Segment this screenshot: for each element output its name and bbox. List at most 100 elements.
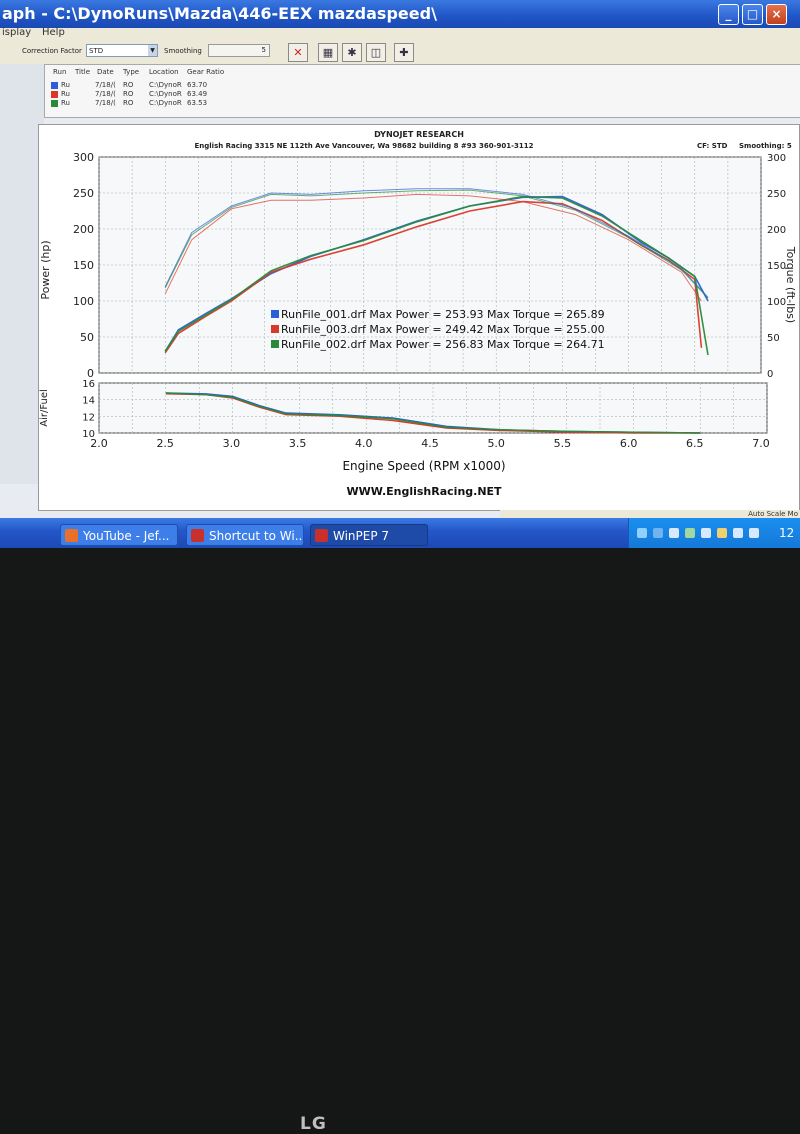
tray-icon[interactable] xyxy=(733,528,743,538)
auto-scale-status: Auto Scale Mo xyxy=(748,510,798,518)
legend-entry: RunFile_002.drf Max Power = 256.83 Max T… xyxy=(281,338,605,351)
taskbar-button-winpep[interactable]: WinPEP 7 xyxy=(310,524,428,546)
chevron-down-icon: ▼ xyxy=(148,45,157,56)
lg-logo: LG xyxy=(300,1114,327,1134)
legend-swatch xyxy=(271,340,279,348)
close-icon[interactable]: × xyxy=(766,4,787,25)
tray-icon[interactable] xyxy=(653,528,663,538)
tray-icon[interactable] xyxy=(685,528,695,538)
gear-ratio-cell: 63.53 xyxy=(187,99,208,107)
graph-icon[interactable]: ◫ xyxy=(366,43,386,62)
date-cell: 7/18/( xyxy=(95,90,116,98)
menu-item-help[interactable]: Help xyxy=(42,27,65,38)
taskbar-button-shortcut[interactable]: Shortcut to Wi... xyxy=(186,524,304,546)
screen: aph - C:\DynoRuns\Mazda\446-EEX mazdaspe… xyxy=(0,0,800,548)
run-list[interactable]: Run Title Date Type Location Gear Ratio … xyxy=(44,64,800,118)
tray-icon[interactable] xyxy=(749,528,759,538)
maximize-icon[interactable]: □ xyxy=(742,4,763,25)
menu-item-display[interactable]: isplay xyxy=(2,27,31,38)
menu-bar: isplay Help xyxy=(0,27,800,40)
rpm-axis-ticks: 2.0 2.5 3.0 3.5 4.0 4.5 5.0 5.5 6.0 6.5 7.0 xyxy=(90,437,770,450)
toolbar: Correction Factor STD ▼ Smoothing 5 ✕ ▦ … xyxy=(0,40,800,65)
taskbar-button-label: Shortcut to Wi... xyxy=(209,529,304,543)
run-row[interactable]: Ru 7/18/( RO C:\DynoR 63.49 xyxy=(45,90,345,99)
tray-icon[interactable] xyxy=(637,528,647,538)
afr-tick-label: 12 xyxy=(82,412,95,423)
run-color-swatch xyxy=(51,91,58,98)
torque-axis-ticks: 0 50 100 150 200 250 300 xyxy=(767,153,786,380)
legend-entry: RunFile_001.drf Max Power = 253.93 Max T… xyxy=(281,308,605,321)
rpm-axis-label: Engine Speed (RPM x1000) xyxy=(342,459,505,473)
rpm-tick-label: 4.0 xyxy=(355,437,373,450)
tray-icon[interactable] xyxy=(717,528,727,538)
power-tick-label: 150 xyxy=(73,259,94,272)
taskbar-button-label: YouTube - Jef... xyxy=(83,529,170,543)
close-x-icon[interactable]: ✕ xyxy=(288,43,308,62)
smoothing-slider[interactable]: 5 xyxy=(208,44,270,57)
date-cell: 7/18/( xyxy=(95,81,116,89)
rpm-tick-label: 7.0 xyxy=(752,437,770,450)
system-tray: 12 xyxy=(628,518,800,548)
dyno-chart: DYNOJET RESEARCH English Racing 3315 NE … xyxy=(39,130,797,498)
settings-icon[interactable]: ✱ xyxy=(342,43,362,62)
col-type[interactable]: Type xyxy=(123,68,139,77)
power-tick-label: 250 xyxy=(73,187,94,200)
rpm-tick-label: 6.5 xyxy=(686,437,704,450)
torque-tick-label: 100 xyxy=(767,297,786,308)
grid-icon[interactable]: ▦ xyxy=(318,43,338,62)
legend-entry: RunFile_003.drf Max Power = 249.42 Max T… xyxy=(281,323,605,336)
smoothing-status: Smoothing: 5 xyxy=(739,142,792,150)
col-location[interactable]: Location xyxy=(149,68,179,77)
graph-header-title: DYNOJET RESEARCH xyxy=(374,130,464,139)
smoothing-label: Smoothing xyxy=(164,47,202,55)
power-tick-label: 50 xyxy=(80,331,94,344)
minimize-icon[interactable]: _ xyxy=(718,4,739,25)
gear-ratio-cell: 63.49 xyxy=(187,90,208,98)
rpm-tick-label: 3.5 xyxy=(289,437,307,450)
afr-tick-label: 14 xyxy=(82,396,95,407)
clock[interactable]: 12 xyxy=(779,526,794,540)
rpm-tick-label: 6.0 xyxy=(620,437,638,450)
tray-icon[interactable] xyxy=(669,528,679,538)
run-cell: Ru xyxy=(61,99,70,107)
col-date[interactable]: Date xyxy=(97,68,114,77)
col-run[interactable]: Run xyxy=(53,68,66,77)
torque-tick-label: 0 xyxy=(767,369,773,380)
power-axis-ticks: 050100150200250300 xyxy=(73,151,94,380)
taskbar-button-youtube[interactable]: YouTube - Jef... xyxy=(60,524,178,546)
smoothing-value: 5 xyxy=(261,46,266,54)
col-title[interactable]: Title xyxy=(75,68,90,77)
torque-tick-label: 200 xyxy=(767,225,786,236)
location-cell: C:\DynoR xyxy=(149,99,182,107)
rpm-tick-label: 4.5 xyxy=(421,437,439,450)
type-cell: RO xyxy=(123,81,134,89)
rpm-tick-label: 2.5 xyxy=(156,437,174,450)
footer-url: WWW.EnglishRacing.NET xyxy=(346,485,502,498)
dyno-graph-panel[interactable]: DYNOJET RESEARCH English Racing 3315 NE … xyxy=(38,124,800,511)
taskbar: YouTube - Jef... Shortcut to Wi... WinPE… xyxy=(0,518,800,548)
run-row[interactable]: Ru 7/18/( RO C:\DynoR 63.53 xyxy=(45,99,345,108)
location-cell: C:\DynoR xyxy=(149,90,182,98)
correction-factor-select[interactable]: STD ▼ xyxy=(86,44,158,57)
run-row[interactable]: Ru 7/18/( RO C:\DynoR 63.70 xyxy=(45,81,345,90)
type-cell: RO xyxy=(123,90,134,98)
torque-axis-label: Torque (ft-lbs) xyxy=(784,246,797,323)
power-tick-label: 300 xyxy=(73,151,94,164)
run-color-swatch xyxy=(51,100,58,107)
power-axis-label: Power (hp) xyxy=(39,240,52,299)
power-tick-label: 100 xyxy=(73,295,94,308)
afr-tick-label: 16 xyxy=(82,379,95,390)
run-cell: Ru xyxy=(61,90,70,98)
shortcut-icon xyxy=(191,529,204,542)
col-gear-ratio[interactable]: Gear Ratio xyxy=(187,68,224,77)
type-cell: RO xyxy=(123,99,134,107)
legend: RunFile_001.drf Max Power = 253.93 Max T… xyxy=(271,308,605,351)
afr-axis-ticks: 10121416 xyxy=(82,379,95,440)
crosshair-icon[interactable]: ✚ xyxy=(394,43,414,62)
run-cell: Ru xyxy=(61,81,70,89)
rpm-tick-label: 5.0 xyxy=(487,437,505,450)
tray-icon[interactable] xyxy=(701,528,711,538)
winpep-icon xyxy=(315,529,328,542)
legend-swatch xyxy=(271,310,279,318)
torque-tick-label: 150 xyxy=(767,261,786,272)
